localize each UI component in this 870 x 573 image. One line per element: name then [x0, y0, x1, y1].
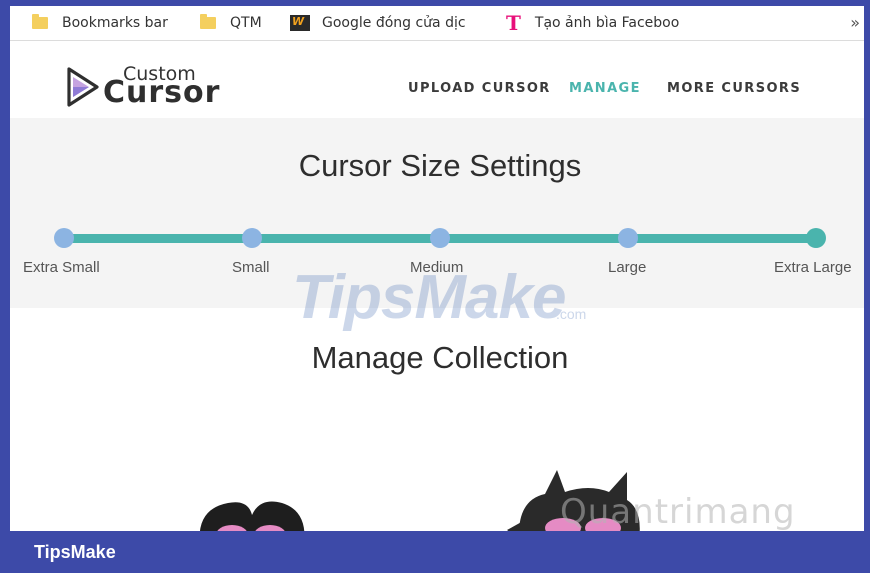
- nav-more-cursors[interactable]: MORE CURSORS: [667, 81, 801, 96]
- folder-icon: [32, 14, 48, 29]
- bookmark-bookmarks-bar[interactable]: Bookmarks bar: [32, 6, 168, 40]
- bookmark-label: Google đóng cửa dịc: [322, 15, 466, 31]
- site-logo[interactable]: Custom Cursor: [65, 63, 235, 111]
- tipsmake-watermark-com: .com: [556, 306, 587, 322]
- size-label-small: Small: [232, 259, 270, 276]
- size-knob-large[interactable]: [618, 228, 638, 248]
- cursor-logo-icon: [67, 67, 99, 107]
- bookmark-google[interactable]: W Google đóng cửa dịc: [290, 6, 466, 40]
- w-app-icon: W: [290, 15, 310, 31]
- nav-upload-cursor[interactable]: UPLOAD CURSOR: [408, 81, 551, 96]
- folder-icon: [200, 14, 216, 29]
- size-knob-extra-large[interactable]: [806, 228, 826, 248]
- bookmark-label: Tạo ảnh bìa Faceboo: [534, 15, 680, 31]
- size-label-large: Large: [608, 259, 647, 276]
- size-knob-medium[interactable]: [430, 228, 450, 248]
- logo-text-big: Cursor: [103, 75, 221, 110]
- size-label-extra-small: Extra Small: [23, 259, 100, 276]
- bookmark-qtm[interactable]: QTM: [200, 6, 262, 40]
- manage-collection-title: Manage Collection: [311, 340, 569, 375]
- quantrimang-watermark: Quantrimang: [560, 492, 796, 532]
- settings-title: Cursor Size Settings: [298, 148, 582, 183]
- bookmark-label: Bookmarks bar: [62, 15, 168, 31]
- footer-brand: TipsMake: [34, 542, 116, 562]
- nav-manage[interactable]: MANAGE: [569, 81, 641, 96]
- size-label-extra-large: Extra Large: [774, 259, 852, 276]
- bookmark-label: QTM: [230, 15, 262, 31]
- site-header: Custom Cursor UPLOAD CURSOR MANAGE MORE …: [10, 41, 864, 118]
- more-bookmarks-chevron-icon[interactable]: »: [850, 6, 860, 40]
- footer-bar: TipsMake: [0, 531, 870, 573]
- bookmark-facebook-cover[interactable]: T Tạo ảnh bìa Faceboo: [506, 6, 679, 40]
- size-knob-small[interactable]: [242, 228, 262, 248]
- tipsmake-watermark: TipsMake: [292, 263, 566, 332]
- size-knob-extra-small[interactable]: [54, 228, 74, 248]
- bookmarks-bar: Bookmarks bar QTM W Google đóng cửa dịc …: [10, 6, 864, 41]
- t-brand-icon: T: [506, 11, 521, 35]
